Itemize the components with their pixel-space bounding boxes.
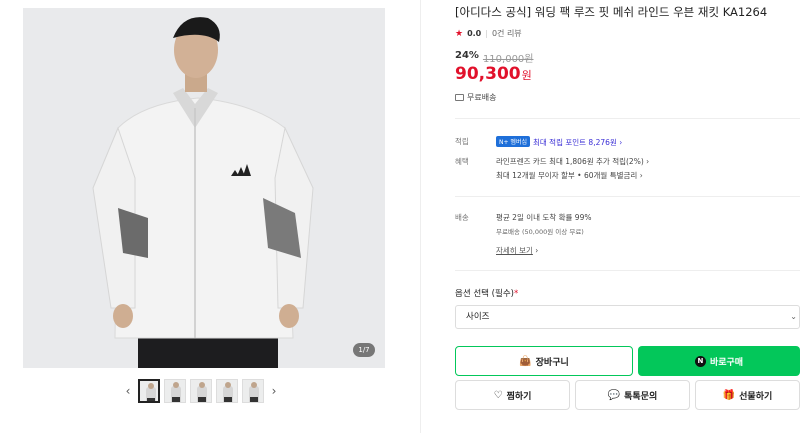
- shopping-bag-icon: 👜: [519, 355, 532, 367]
- card-points-link[interactable]: 라인프렌즈 카드 최대 1,806원 추가 적립(2%) ›: [496, 156, 649, 167]
- gift-icon: 🎁: [722, 389, 736, 401]
- thumbnail-3[interactable]: [190, 379, 212, 403]
- heart-icon: ♡: [493, 389, 503, 401]
- section-divider: [455, 270, 800, 271]
- discount-rate: 24%: [455, 50, 479, 61]
- npay-membership-badge: N+ 멤버십: [496, 136, 530, 147]
- chevron-down-icon: ⌄: [790, 312, 797, 321]
- rating-separator: |: [485, 29, 488, 38]
- thumbnail-1[interactable]: [138, 379, 160, 403]
- truck-icon: [455, 94, 464, 101]
- installment-link[interactable]: 최대 12개월 무이자 할부 • 60개월 특별금리 ›: [496, 170, 643, 181]
- sale-price: 90,300: [455, 64, 521, 84]
- wishlist-button-label: 찜하기: [506, 391, 532, 402]
- thumbnail-strip: ‹ ›: [122, 378, 280, 404]
- buy-button-label: 바로구매: [709, 357, 744, 368]
- thumbnail-5[interactable]: [242, 379, 264, 403]
- section-divider: [455, 196, 800, 197]
- product-main-image[interactable]: 1/7: [23, 8, 385, 368]
- free-shipping-tag: 무료배송: [455, 92, 496, 103]
- sale-price-row: 90,300 원: [455, 64, 532, 84]
- points-label: 적립: [455, 137, 469, 146]
- shipping-details-link[interactable]: 자세히 보기: [496, 246, 533, 255]
- chat-bubble-icon: 💬: [607, 389, 621, 401]
- next-image-arrow-icon[interactable]: ›: [268, 384, 280, 398]
- size-select-value: 사이즈: [466, 312, 490, 322]
- currency-unit: 원: [521, 69, 532, 82]
- add-to-cart-button[interactable]: 👜 장바구니: [455, 346, 633, 376]
- option-title-text: 옵션 선택 (필수): [455, 289, 514, 299]
- shipping-label: 배송: [455, 213, 469, 222]
- talk-inquiry-button[interactable]: 💬 톡톡문의: [575, 380, 690, 410]
- shipping-details-row[interactable]: 자세히 보기 ›: [496, 245, 538, 256]
- gift-button-label: 선물하기: [739, 391, 773, 402]
- required-mark: *: [513, 289, 519, 299]
- review-count-link[interactable]: 0건 리뷰: [492, 28, 522, 39]
- rating-value: 0.0: [467, 29, 482, 38]
- size-select[interactable]: 사이즈 ⌄: [455, 305, 800, 329]
- naver-pay-n-icon: N: [694, 355, 706, 367]
- shipping-eta: 평균 2일 이내 도착 확률 99%: [496, 213, 592, 222]
- cart-button-label: 장바구니: [535, 357, 569, 368]
- column-divider: [420, 0, 421, 433]
- perks-label: 혜택: [455, 157, 469, 166]
- gift-button[interactable]: 🎁 선물하기: [695, 380, 800, 410]
- free-shipping-text: 무료배송: [467, 93, 497, 102]
- wishlist-button[interactable]: ♡ 찜하기: [455, 380, 570, 410]
- shipping-fee-info: 무료배송 (50,000원 이상 무료): [496, 228, 584, 236]
- section-divider: [455, 118, 800, 119]
- chevron-right-icon: ›: [535, 246, 539, 255]
- discount-row: 24% 110,000원: [455, 50, 534, 65]
- prev-image-arrow-icon[interactable]: ‹: [122, 384, 134, 398]
- option-select-title: 옵션 선택 (필수)*: [455, 287, 518, 299]
- product-photo-illustration: [23, 8, 385, 368]
- points-row[interactable]: N+ 멤버십 최대 적립 포인트 8,276원 ›: [496, 136, 622, 148]
- star-icon: ★: [455, 28, 464, 39]
- buy-now-button[interactable]: N 바로구매: [638, 346, 800, 376]
- original-price: 110,000원: [482, 54, 534, 65]
- image-counter-badge: 1/7: [353, 343, 375, 357]
- thumbnail-2[interactable]: [164, 379, 186, 403]
- rating-row: ★ 0.0 | 0건 리뷰: [455, 28, 522, 39]
- product-title: [아디다스 공식] 워딩 팩 루즈 핏 메쉬 라인드 우븐 재킷 KA1264: [455, 5, 768, 19]
- thumbnail-4[interactable]: [216, 379, 238, 403]
- max-points-link[interactable]: 최대 적립 포인트 8,276원 ›: [533, 138, 622, 147]
- talk-button-label: 톡톡문의: [624, 391, 658, 402]
